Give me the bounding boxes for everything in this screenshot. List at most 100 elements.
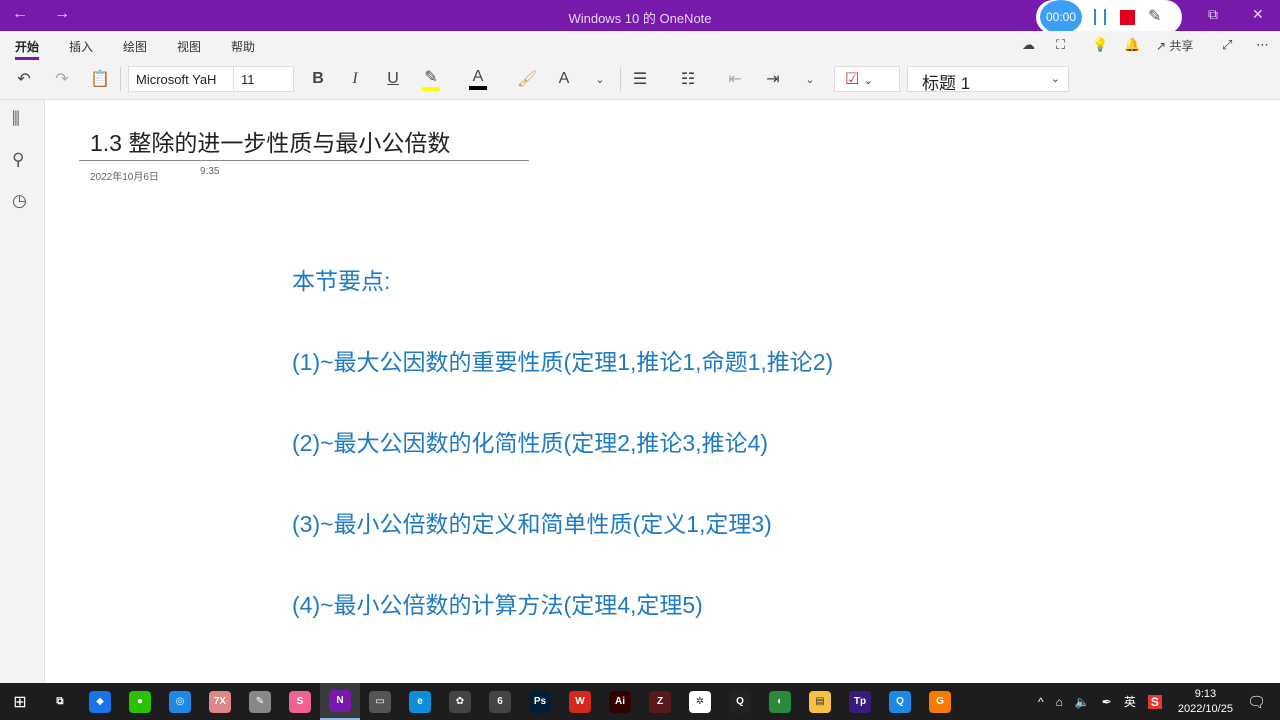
font-size-input[interactable]: 11 bbox=[233, 66, 294, 92]
taskbar-app-explorer[interactable]: ▤ bbox=[800, 683, 840, 720]
wps-icon: W bbox=[569, 690, 591, 713]
task-view-icon: ⧉ bbox=[56, 696, 64, 707]
style-dropdown[interactable]: 标题 1 ⌄ bbox=[907, 66, 1069, 93]
explorer-icon: ▤ bbox=[809, 690, 831, 713]
pen-icon[interactable]: ✎ bbox=[1148, 6, 1161, 26]
taskbar-app-onenote[interactable]: N bbox=[320, 683, 360, 720]
taskbar-app-feishu[interactable]: ◆ bbox=[80, 683, 120, 720]
redo-icon[interactable]: ↷ bbox=[50, 65, 74, 93]
note-line[interactable]: (4)~最小公倍数的计算方法(定理4,定理5) bbox=[292, 586, 703, 620]
notebooks-icon[interactable]: ⫼ bbox=[12, 109, 20, 129]
taskbar-app-monitor[interactable]: ▭ bbox=[360, 683, 400, 720]
format-painter-icon[interactable]: 🖌 bbox=[515, 65, 539, 93]
clock-date: 2022/10/25 bbox=[1177, 702, 1233, 715]
taskbar-app-edge[interactable]: e bbox=[400, 683, 440, 720]
more-icon[interactable]: ⋯ bbox=[1256, 37, 1269, 53]
recent-icon[interactable]: ◷ bbox=[12, 191, 27, 211]
taskbar-app-app-green[interactable]: ◐ bbox=[760, 683, 800, 720]
app-z-icon: Z bbox=[649, 690, 671, 713]
taskbar-app-task-view[interactable]: ⧉ bbox=[40, 683, 80, 720]
undo-icon[interactable]: ↶ bbox=[12, 65, 36, 93]
network-icon[interactable]: ⌂ bbox=[1056, 695, 1063, 709]
taskbar-app-sai[interactable]: S bbox=[280, 683, 320, 720]
tab-help[interactable]: 帮助 bbox=[231, 38, 255, 55]
taskbar-app-flower[interactable]: ✿ bbox=[440, 683, 480, 720]
start-button[interactable]: ⊞ bbox=[0, 683, 40, 720]
chevron-down-icon[interactable]: ⌄ bbox=[590, 65, 610, 93]
clear-format-icon[interactable]: A bbox=[552, 65, 576, 93]
tab-home[interactable]: 开始 bbox=[15, 38, 40, 60]
pen-icon[interactable]: ✒ bbox=[1102, 695, 1112, 709]
taskbar-app-settings[interactable]: ✲ bbox=[680, 683, 720, 720]
taskbar: ⊞ ⧉ ◆ ● ◎ 7X ✎ S N ▭ e ✿ 6 Ps W Ai Z ✲ Q ◐ ▤ Tp Q G ^ ⌂ 🔈 ✒ 英 … bbox=[0, 683, 1280, 720]
italic-button[interactable]: I bbox=[343, 65, 367, 93]
taskbar-app-app6[interactable]: 6 bbox=[480, 683, 520, 720]
system-tray: ^ ⌂ 🔈 ✒ 英 S 9:13 2022/10/25 🗨 bbox=[1032, 683, 1280, 720]
app6-icon: 6 bbox=[489, 690, 511, 713]
numbered-list-icon[interactable]: ☷ bbox=[676, 65, 700, 93]
todo-tag-dropdown[interactable]: ☑ ⌄ bbox=[834, 66, 900, 92]
chevron-down-icon[interactable]: ⌄ bbox=[800, 65, 820, 93]
taskbar-app-7x[interactable]: 7X bbox=[200, 683, 240, 720]
bold-button[interactable]: B bbox=[306, 65, 330, 93]
font-color-button[interactable]: A bbox=[466, 65, 490, 93]
screen-recorder-widget: 00:00 ✎ bbox=[1036, 0, 1182, 34]
note-line[interactable]: (3)~最小公倍数的定义和简单性质(定义1,定理3) bbox=[292, 505, 772, 539]
pause-icon[interactable] bbox=[1094, 9, 1106, 25]
tab-draw[interactable]: 绘图 bbox=[123, 38, 147, 55]
tab-view[interactable]: 视图 bbox=[177, 38, 201, 55]
ime-indicator[interactable]: 英 bbox=[1124, 693, 1136, 710]
lightbulb-icon[interactable]: 💡 bbox=[1092, 37, 1108, 53]
indent-icon[interactable]: ⇥ bbox=[761, 65, 785, 93]
style-value: 标题 1 bbox=[922, 74, 971, 93]
sai-icon: S bbox=[289, 690, 311, 713]
restore-button[interactable]: ⧉ bbox=[1208, 6, 1218, 23]
sogou-icon[interactable]: S bbox=[1147, 694, 1162, 709]
taskbar-app-qq[interactable]: Q bbox=[720, 683, 760, 720]
search-icon[interactable]: ⚲ bbox=[12, 150, 24, 170]
share-button[interactable]: ↗ 共享 bbox=[1156, 37, 1193, 54]
tab-insert[interactable]: 插入 bbox=[69, 38, 93, 55]
tray-chevron[interactable]: ^ bbox=[1038, 695, 1044, 709]
notifications-icon[interactable]: 🗨 bbox=[1247, 693, 1266, 711]
bullet-list-icon[interactable]: ☰ bbox=[628, 65, 652, 93]
note-line[interactable]: (1)~最大公因数的重要性质(定理1,推论1,命题1,推论2) bbox=[292, 343, 833, 377]
wechat-icon: ● bbox=[129, 690, 151, 713]
taskbar-app-wechat[interactable]: ● bbox=[120, 683, 160, 720]
bell-icon[interactable]: 🔔 bbox=[1124, 37, 1140, 53]
recorder-timer[interactable]: 00:00 bbox=[1040, 0, 1082, 34]
taskbar-app-app-purple[interactable]: Tp bbox=[840, 683, 880, 720]
taskbar-app-paint[interactable]: ✎ bbox=[240, 683, 280, 720]
fullscreen-icon[interactable]: ⛶ bbox=[1056, 37, 1065, 53]
taskbar-app-illustrator[interactable]: Ai bbox=[600, 683, 640, 720]
note-line[interactable]: 本节要点: bbox=[292, 262, 390, 296]
left-nav: ⫼ ⚲ ◷ bbox=[0, 100, 45, 683]
volume-icon[interactable]: 🔈 bbox=[1075, 695, 1090, 709]
taskbar-app-browser[interactable]: ◎ bbox=[160, 683, 200, 720]
paste-icon[interactable]: 📋 bbox=[88, 65, 112, 93]
expand-icon[interactable]: ⤢ bbox=[1222, 37, 1232, 53]
close-button[interactable]: ✕ bbox=[1252, 6, 1264, 23]
title-divider bbox=[79, 160, 529, 161]
sync-icon[interactable]: ☁ bbox=[1022, 37, 1035, 53]
taskbar-app-photoshop[interactable]: Ps bbox=[520, 683, 560, 720]
chevron-down-icon: ⌄ bbox=[1050, 73, 1060, 85]
page-date: 2022年10月6日 bbox=[90, 172, 159, 183]
stop-icon[interactable] bbox=[1120, 10, 1135, 25]
outdent-icon[interactable]: ⇤ bbox=[723, 65, 747, 93]
clock[interactable]: 9:13 2022/10/25 bbox=[1178, 687, 1233, 717]
underline-button[interactable]: U bbox=[381, 65, 405, 93]
taskbar-app-app-g[interactable]: G bbox=[920, 683, 960, 720]
onenote-icon: N bbox=[329, 689, 351, 712]
page-title[interactable]: 1.3 整除的进一步性质与最小公倍数 bbox=[90, 124, 450, 158]
note-line[interactable]: (2)~最大公因数的化简性质(定理2,推论3,推论4) bbox=[292, 424, 768, 458]
app-purple-icon: Tp bbox=[849, 690, 871, 713]
taskbar-app-wps[interactable]: W bbox=[560, 683, 600, 720]
paint-icon: ✎ bbox=[249, 690, 271, 713]
taskbar-app-app-z[interactable]: Z bbox=[640, 683, 680, 720]
highlight-button[interactable]: ✎ bbox=[419, 65, 443, 93]
font-name-input[interactable]: Microsoft YaH bbox=[128, 66, 234, 92]
qq-icon: Q bbox=[729, 690, 751, 713]
share-label: 共享 bbox=[1169, 39, 1194, 53]
taskbar-app-app-q[interactable]: Q bbox=[880, 683, 920, 720]
